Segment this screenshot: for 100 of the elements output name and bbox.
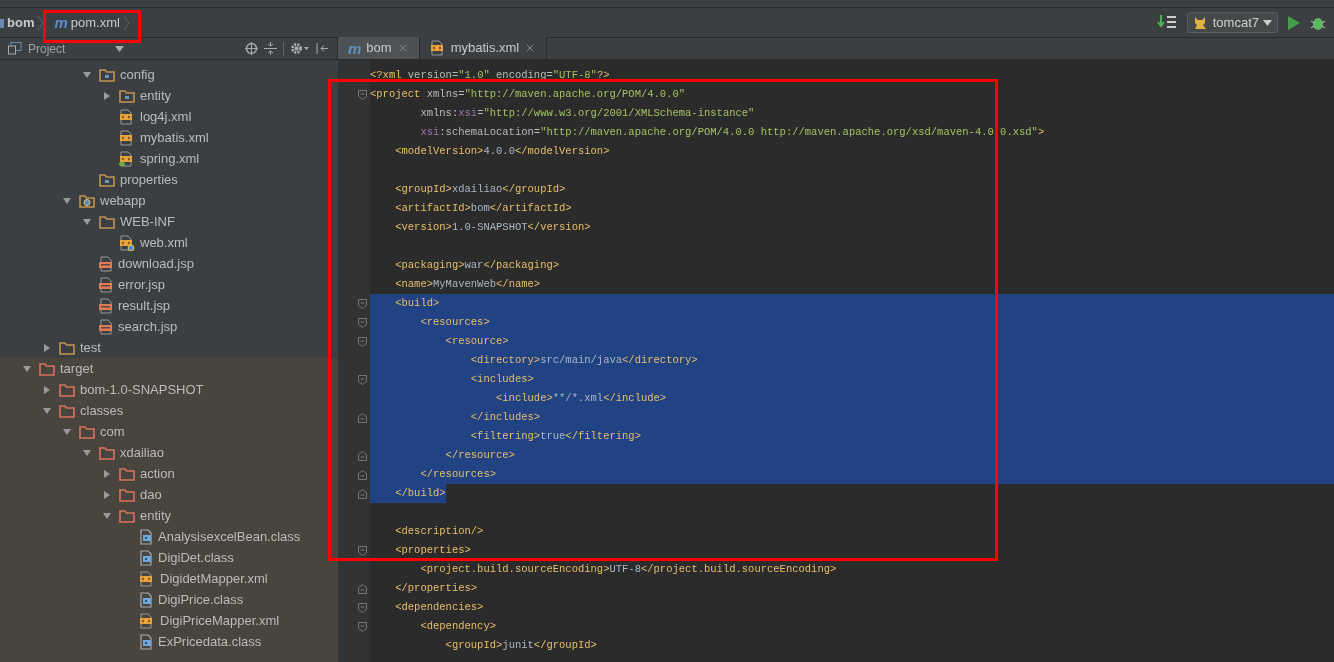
fold-icon[interactable]: [358, 545, 367, 556]
tree-item-label: dao: [140, 485, 162, 504]
tree-item[interactable]: DigidetMapper.xml: [0, 568, 338, 589]
collapsed-arrow-icon[interactable]: [102, 90, 112, 101]
tree-item[interactable]: properties: [0, 169, 338, 190]
fold-icon[interactable]: [358, 89, 367, 100]
code-line: <description/>: [394, 524, 484, 539]
breadcrumb-item[interactable]: pom.xml: [70, 12, 120, 33]
fold-icon[interactable]: [358, 583, 367, 594]
tree-item[interactable]: DigiDet.class: [0, 547, 338, 568]
tree-item[interactable]: config: [0, 64, 338, 85]
tree-item-label: mybatis.xml: [140, 128, 209, 147]
code-line: </resources>: [419, 467, 497, 482]
tree-item[interactable]: DigiPriceMapper.xml: [0, 610, 338, 631]
editor-tab[interactable]: mybatis.xml: [419, 37, 548, 59]
maven-icon: m: [348, 40, 362, 56]
expanded-arrow-icon[interactable]: [62, 426, 72, 437]
caret-icon[interactable]: [115, 45, 125, 52]
tree-item[interactable]: error.jsp: [0, 274, 338, 295]
xml-file-icon: [119, 234, 135, 251]
tree-item[interactable]: target: [0, 358, 338, 379]
project-icon: [8, 42, 22, 55]
tree-item[interactable]: entity: [0, 505, 338, 526]
fold-icon[interactable]: [358, 450, 367, 461]
tree-item-label: result.jsp: [118, 296, 171, 315]
breadcrumb-item[interactable]: bom: [7, 12, 35, 33]
code-line: <dependency>: [419, 619, 497, 634]
jsp-file-icon: [99, 276, 113, 293]
hide-panel-icon[interactable]: [316, 42, 329, 55]
collapsed-arrow-icon[interactable]: [102, 468, 112, 479]
tree-item[interactable]: action: [0, 463, 338, 484]
tree-item[interactable]: bom-1.0-SNAPSHOT: [0, 379, 338, 400]
tree-item-label: config: [120, 65, 155, 84]
fold-icon[interactable]: [358, 317, 367, 328]
run-configuration-dropdown[interactable]: tomcat7: [1186, 12, 1278, 33]
tree-item[interactable]: test: [0, 337, 338, 358]
chevron-icon: [37, 14, 45, 31]
fold-icon[interactable]: [358, 336, 367, 347]
tree-item-label: DigidetMapper.xml: [160, 569, 268, 588]
code-line: <dependencies>: [394, 600, 484, 615]
expanded-arrow-icon[interactable]: [102, 510, 112, 521]
tree-item[interactable]: entity: [0, 85, 338, 106]
tree-item-label: test: [80, 338, 101, 357]
fold-icon[interactable]: [358, 412, 367, 423]
code-line: <build>: [394, 296, 440, 311]
tree-item[interactable]: dao: [0, 484, 338, 505]
fold-icon[interactable]: [358, 488, 367, 499]
tree-item[interactable]: xdailiao: [0, 442, 338, 463]
tree-item-label: ExPricedata.class: [158, 632, 262, 651]
maven-icon: m: [54, 15, 68, 30]
code-line: <groupId>junit</groupId>: [444, 638, 597, 653]
tree-item-label: spring.xml: [140, 149, 200, 168]
fold-icon[interactable]: [358, 621, 367, 632]
code-line: <version>1.0-SNAPSHOT</version>: [394, 220, 591, 235]
tree-item[interactable]: download.jsp: [0, 253, 338, 274]
expanded-arrow-icon[interactable]: [42, 405, 52, 416]
run-icon[interactable]: [1288, 15, 1300, 30]
collapsed-arrow-icon[interactable]: [102, 489, 112, 500]
jsp-file-icon: [99, 318, 113, 335]
tree-item[interactable]: WEB-INF: [0, 211, 338, 232]
code-line: </resource>: [444, 448, 515, 463]
tree-item[interactable]: webapp: [0, 190, 338, 211]
panel-title[interactable]: Project: [28, 39, 66, 58]
tree-item[interactable]: result.jsp: [0, 295, 338, 316]
tree-item[interactable]: AnalysisexcelBean.class: [0, 526, 338, 547]
fold-icon[interactable]: [358, 374, 367, 385]
chevron-icon: [122, 14, 130, 31]
fold-icon[interactable]: [358, 602, 367, 613]
tree-item-label: properties: [120, 170, 178, 189]
collapse-icon[interactable]: [264, 42, 277, 55]
collapsed-arrow-icon[interactable]: [42, 342, 52, 353]
expanded-arrow-icon[interactable]: [82, 447, 92, 458]
expanded-arrow-icon[interactable]: [82, 69, 92, 80]
tree-item[interactable]: log4j.xml: [0, 106, 338, 127]
tree-item[interactable]: com: [0, 421, 338, 442]
editor-tab[interactable]: m bom: [338, 37, 420, 59]
tree-item[interactable]: ExPricedata.class: [0, 631, 338, 652]
tree-item[interactable]: web.xml: [0, 232, 338, 253]
tree-item[interactable]: DigiPrice.class: [0, 589, 338, 610]
class-file-icon: [139, 633, 153, 650]
settings-icon[interactable]: [290, 42, 310, 55]
tree-item[interactable]: classes: [0, 400, 338, 421]
fold-icon[interactable]: [358, 298, 367, 309]
code-line: <artifactId>bom</artifactId>: [394, 201, 572, 216]
code-line: <modelVersion>4.0.0</modelVersion>: [394, 144, 610, 159]
collapsed-arrow-icon[interactable]: [42, 384, 52, 395]
tree-item[interactable]: spring.xml: [0, 148, 338, 169]
expanded-arrow-icon[interactable]: [82, 216, 92, 227]
class-file-icon: [139, 549, 153, 566]
expanded-arrow-icon[interactable]: [22, 363, 32, 374]
tree-item[interactable]: mybatis.xml: [0, 127, 338, 148]
expanded-arrow-icon[interactable]: [62, 195, 72, 206]
code-line: <project xmlns="http://maven.apache.org/POM/4.0.0": [370, 87, 686, 102]
fold-icon[interactable]: [358, 469, 367, 480]
tree-item[interactable]: search.jsp: [0, 316, 338, 337]
tree-item-label: DigiDet.class: [158, 548, 234, 567]
class-file-icon: [139, 528, 153, 545]
code-line: <properties>: [394, 543, 471, 558]
locate-icon[interactable]: [245, 42, 258, 55]
tree-item-label: search.jsp: [118, 317, 178, 336]
